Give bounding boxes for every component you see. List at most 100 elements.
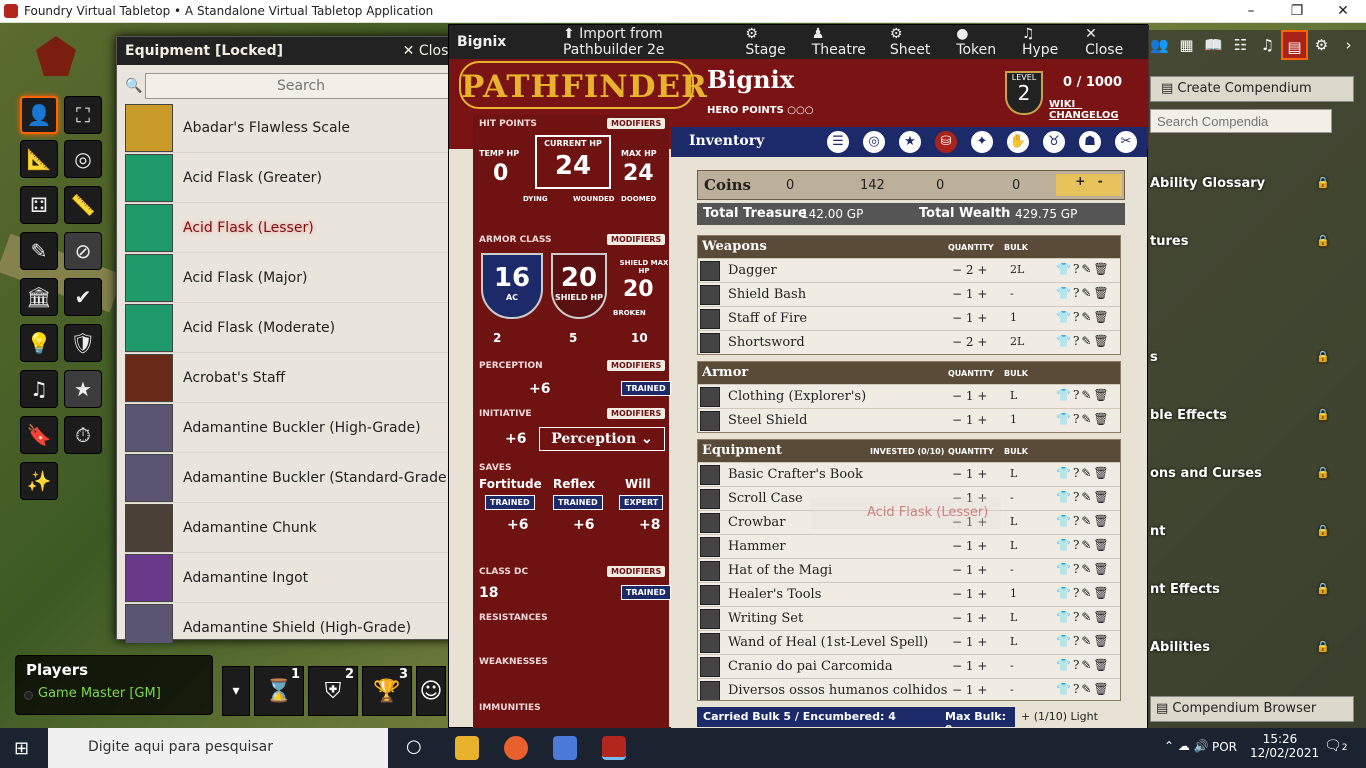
lighting-icon[interactable]: 💡 [20,324,58,362]
armor-class-value[interactable]: 16 AC [481,253,543,319]
compendium-entry[interactable]: Abilities 🔒 [1150,640,1350,655]
theatre-button[interactable]: ♟ Theatre [812,26,878,58]
compendium-entry[interactable]: nt 🔒 [1150,524,1350,539]
tab-feats-icon[interactable]: ★ [897,129,923,155]
temp-hp-value[interactable]: 0 [493,161,508,186]
tab-target-icon[interactable]: ◎ [861,129,887,155]
user-check-icon[interactable]: ✔ [64,278,102,316]
item-row[interactable]: Hammer − 1 + L 👕?✎🗑 [698,534,1120,558]
equipment-list[interactable]: Abadar's Flawless Scale Acid Flask (Grea… [125,103,459,643]
playlists-icon[interactable]: ♫ [1254,30,1281,60]
journal-icon[interactable]: 📖 [1200,30,1227,60]
fullscreen-icon[interactable]: ⛶ [64,96,102,134]
sheet-button[interactable]: ⚙ Sheet [890,26,944,58]
coin-add-remove[interactable]: + - [1056,174,1122,196]
compendium-icon[interactable]: ▤ [1281,30,1308,60]
item-row[interactable]: Writing Set − 1 + L 👕?✎🗑 [698,606,1120,630]
item-row[interactable]: Shield Bash − 1 + - 👕?✎🗑 [698,282,1120,306]
item-row[interactable]: Hat of the Magi − 1 + - 👕?✎🗑 [698,558,1120,582]
item-row[interactable]: Clothing (Explorer's) − 1 + L 👕?✎🗑 [698,384,1120,408]
tiles-icon[interactable]: ⚃ [20,186,58,224]
taskbar-search[interactable]: Digite aqui para pesquisar [48,728,388,768]
tray-icons[interactable]: ⌃ ☁ 🔊 [1164,739,1209,753]
draw-icon[interactable]: ✎ [20,232,58,270]
list-item[interactable]: Acid Flask (Major) [125,253,459,303]
equipment-search-input[interactable] [145,73,457,99]
character-name[interactable]: Bignix [707,65,794,94]
vision-icon[interactable]: ⊘ [64,232,102,270]
xp-counter[interactable]: 0 / 1000 [1063,75,1122,90]
hotbar-slot[interactable]: ⌛ 1 [254,666,304,716]
scenes-icon[interactable]: ▦ [1173,30,1200,60]
walls-icon[interactable]: 🏛 [20,278,58,316]
hype-button[interactable]: ♫ Hype [1022,26,1073,58]
item-row[interactable]: Shortsword − 2 +2L 👕?✎🗑 [698,330,1120,354]
fortitude-mod[interactable]: +6 [507,517,528,533]
maximize-button[interactable]: ❐ [1274,0,1320,23]
list-item[interactable]: Adamantine Buckler (High-Grade) [125,403,459,453]
sheet-close-button[interactable]: ✕ Close [1085,26,1137,58]
file-explorer-icon[interactable] [455,736,479,760]
hotbar-menu-icon[interactable]: ▾ [222,666,250,716]
hotbar-slot[interactable]: ☺ [416,666,446,716]
ruler-icon[interactable]: 📏 [64,186,102,224]
silver-coins[interactable]: 0 [936,178,944,193]
tab-spells-icon[interactable]: ✦ [969,129,995,155]
gold-coins[interactable]: 142 [860,178,885,193]
token-button[interactable]: ● Token [956,26,1010,58]
item-row[interactable]: Diversos ossos humanos colhidos − 1 + - 👕?✎… [698,678,1120,700]
tab-actions-icon[interactable]: ✋ [1005,129,1031,155]
platinum-coins[interactable]: 0 [786,178,794,193]
list-item[interactable]: Adamantine Chunk [125,503,459,553]
create-compendium-button[interactable]: ▤ Create Compendium [1150,76,1354,102]
wiki-links[interactable]: WIKI CHANGELOG [1049,99,1147,121]
chat-icon[interactable]: 👥 [1146,30,1173,60]
item-row[interactable]: Cranio do pai Carcomida − 1 + - 👕?✎🗑 [698,654,1120,678]
compendium-entry[interactable]: tures 🔒 [1150,234,1350,249]
item-row[interactable]: Staff of Fire − 1 +1 👕?✎🗑 [698,306,1120,330]
hero-points[interactable]: HERO POINTS ○○○ [707,105,814,116]
sounds-icon[interactable]: ♫ [20,370,58,408]
compendium-entry[interactable]: s 🔒 [1150,350,1350,365]
list-item[interactable]: Abadar's Flawless Scale [125,103,459,153]
perception-mod[interactable]: +6 [529,381,550,397]
copper-coins[interactable]: 0 [1012,178,1020,193]
tab-character-icon[interactable]: ☰ [825,129,851,155]
language-indicator[interactable]: POR [1212,740,1237,754]
stage-button[interactable]: ⚙ Stage [745,26,799,58]
import-pathbuilder-button[interactable]: ⬆ Import from Pathbuilder 2e [563,26,733,58]
target-icon[interactable]: ◎ [64,140,102,178]
compendium-entry[interactable]: ble Effects 🔒 [1150,408,1350,423]
tab-bio-icon[interactable]: ☗ [1077,129,1103,155]
token-controls-icon[interactable]: 👤 [20,96,58,134]
notifications-icon[interactable]: 🗨2 [1324,738,1348,754]
list-item[interactable]: Adamantine Shield (High-Grade) [125,603,459,643]
list-item[interactable]: Adamantine Ingot [125,553,459,603]
item-row[interactable]: Wand of Heal (1st-Level Spell) − 1 + L 👕?✎🗑 [698,630,1120,654]
search-compendia-input[interactable] [1150,109,1332,133]
clock[interactable]: 15:26 12/02/2021 [1250,732,1319,760]
item-row[interactable]: Steel Shield − 1 +1 👕?✎🗑 [698,408,1120,432]
list-item[interactable]: Acrobat's Staff [125,353,459,403]
compendium-entry[interactable]: Ability Glossary 🔒 [1150,176,1350,191]
minimize-button[interactable]: – [1228,0,1274,23]
item-row[interactable]: Dagger − 2 +2L 👕?✎🗑 [698,258,1120,282]
foundry-taskbar-icon[interactable] [602,736,626,760]
firefox-icon[interactable] [504,736,528,760]
user-shield-icon[interactable]: 🛡 [64,324,102,362]
list-item[interactable]: Adamantine Buckler (Standard-Grade) [125,453,459,503]
hotbar-slot[interactable]: 🏆 3 [362,666,412,716]
list-item[interactable]: Acid Flask (Greater) [125,153,459,203]
windows-start-icon[interactable]: ⊞ [14,738,29,759]
item-row[interactable]: Basic Crafter's Book − 1 + L 👕?✎🗑 [698,462,1120,486]
clock-icon[interactable]: ⏱ [64,416,102,454]
tab-crafting-icon[interactable]: ✂ [1113,129,1139,155]
compendium-entry[interactable]: nt Effects 🔒 [1150,582,1350,597]
hp-modifiers-button[interactable]: MODIFIERS [607,118,666,129]
discord-icon[interactable] [553,736,577,760]
players-panel[interactable]: Players Game Master [GM] [15,655,213,715]
tables-icon[interactable]: ☷ [1227,30,1254,60]
reflex-mod[interactable]: +6 [573,517,594,533]
tab-inventory-icon[interactable]: ⛁ [933,129,959,155]
measure-icon[interactable]: 📐 [20,140,58,178]
